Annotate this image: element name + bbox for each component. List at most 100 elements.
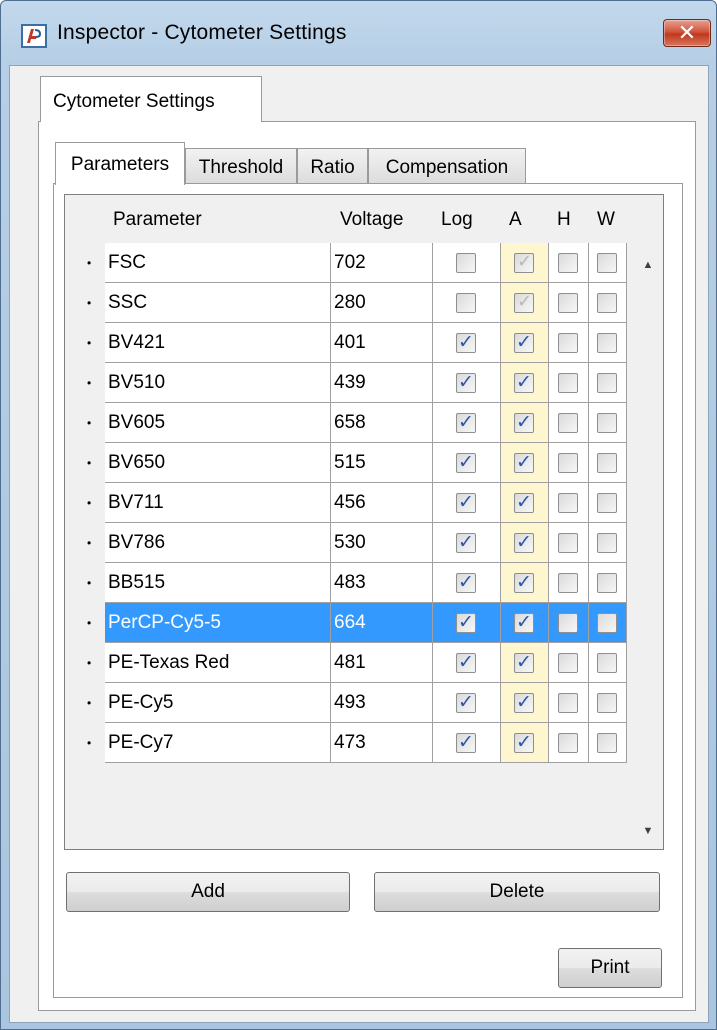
w-checkbox[interactable] bbox=[597, 413, 617, 433]
table-row[interactable]: • BV786 530 bbox=[65, 523, 631, 563]
w-checkbox[interactable] bbox=[597, 693, 617, 713]
h-checkbox[interactable] bbox=[558, 293, 578, 313]
a-checkbox[interactable] bbox=[514, 371, 534, 394]
log-checkbox[interactable] bbox=[456, 611, 476, 634]
parameter-cell[interactable]: PE-Cy7 bbox=[105, 723, 331, 763]
log-checkbox[interactable] bbox=[456, 651, 476, 674]
table-row[interactable]: • BV510 439 bbox=[65, 363, 631, 403]
parameter-cell[interactable]: BB515 bbox=[105, 563, 331, 603]
parameter-cell[interactable]: BV711 bbox=[105, 483, 331, 523]
voltage-cell[interactable]: 483 bbox=[331, 563, 433, 603]
voltage-cell[interactable]: 481 bbox=[331, 643, 433, 683]
table-row[interactable]: • FSC 702 bbox=[65, 243, 631, 283]
a-checkbox[interactable] bbox=[514, 491, 534, 514]
voltage-cell[interactable]: 473 bbox=[331, 723, 433, 763]
voltage-cell[interactable]: 401 bbox=[331, 323, 433, 363]
column-header-w[interactable]: W bbox=[597, 195, 621, 243]
table-row[interactable]: • BV711 456 bbox=[65, 483, 631, 523]
table-row[interactable]: • PerCP-Cy5-5 664 bbox=[65, 603, 631, 643]
w-checkbox[interactable] bbox=[597, 573, 617, 593]
h-checkbox[interactable] bbox=[558, 493, 578, 513]
parameter-cell[interactable]: BV605 bbox=[105, 403, 331, 443]
log-checkbox[interactable] bbox=[456, 253, 476, 273]
log-checkbox[interactable] bbox=[456, 293, 476, 313]
voltage-cell[interactable]: 456 bbox=[331, 483, 433, 523]
a-checkbox[interactable] bbox=[514, 691, 534, 714]
column-header-parameter[interactable]: Parameter bbox=[113, 195, 323, 243]
log-checkbox[interactable] bbox=[456, 451, 476, 474]
a-checkbox[interactable] bbox=[514, 451, 534, 474]
w-checkbox[interactable] bbox=[597, 653, 617, 673]
print-button[interactable]: Print bbox=[558, 948, 662, 988]
parameter-cell[interactable]: PE-Cy5 bbox=[105, 683, 331, 723]
tab-threshold[interactable]: Threshold bbox=[185, 148, 297, 184]
close-button[interactable]: ✕ bbox=[663, 19, 711, 47]
h-checkbox[interactable] bbox=[558, 453, 578, 473]
table-row[interactable]: • SSC 280 bbox=[65, 283, 631, 323]
table-row[interactable]: • PE-Cy5 493 bbox=[65, 683, 631, 723]
w-checkbox[interactable] bbox=[597, 253, 617, 273]
h-checkbox[interactable] bbox=[558, 373, 578, 393]
h-checkbox[interactable] bbox=[558, 413, 578, 433]
voltage-cell[interactable]: 658 bbox=[331, 403, 433, 443]
a-checkbox[interactable] bbox=[514, 331, 534, 354]
w-checkbox[interactable] bbox=[597, 373, 617, 393]
w-checkbox[interactable] bbox=[597, 733, 617, 753]
a-checkbox[interactable] bbox=[514, 571, 534, 594]
a-checkbox[interactable] bbox=[514, 731, 534, 754]
h-checkbox[interactable] bbox=[558, 333, 578, 353]
table-row[interactable]: • PE-Cy7 473 bbox=[65, 723, 631, 763]
h-checkbox[interactable] bbox=[558, 613, 578, 633]
log-checkbox[interactable] bbox=[456, 491, 476, 514]
scroll-up-icon[interactable]: ▲ bbox=[641, 259, 655, 271]
h-checkbox[interactable] bbox=[558, 733, 578, 753]
voltage-cell[interactable]: 702 bbox=[331, 243, 433, 283]
tab-compensation[interactable]: Compensation bbox=[368, 148, 526, 184]
column-header-voltage[interactable]: Voltage bbox=[340, 195, 430, 243]
log-checkbox[interactable] bbox=[456, 331, 476, 354]
voltage-cell[interactable]: 493 bbox=[331, 683, 433, 723]
delete-button[interactable]: Delete bbox=[374, 872, 660, 912]
parameter-cell[interactable]: BV421 bbox=[105, 323, 331, 363]
parameter-cell[interactable]: PE-Texas Red bbox=[105, 643, 331, 683]
column-header-a[interactable]: A bbox=[509, 195, 529, 243]
h-checkbox[interactable] bbox=[558, 533, 578, 553]
h-checkbox[interactable] bbox=[558, 653, 578, 673]
a-checkbox[interactable] bbox=[514, 611, 534, 634]
w-checkbox[interactable] bbox=[597, 293, 617, 313]
table-row[interactable]: • BB515 483 bbox=[65, 563, 631, 603]
log-checkbox[interactable] bbox=[456, 371, 476, 394]
log-checkbox[interactable] bbox=[456, 691, 476, 714]
parameter-cell[interactable]: BV650 bbox=[105, 443, 331, 483]
column-header-h[interactable]: H bbox=[557, 195, 577, 243]
w-checkbox[interactable] bbox=[597, 493, 617, 513]
parameter-cell[interactable]: BV786 bbox=[105, 523, 331, 563]
w-checkbox[interactable] bbox=[597, 453, 617, 473]
log-checkbox[interactable] bbox=[456, 411, 476, 434]
voltage-cell[interactable]: 530 bbox=[331, 523, 433, 563]
vertical-scrollbar[interactable]: ▲ ▼ bbox=[631, 243, 663, 849]
voltage-cell[interactable]: 439 bbox=[331, 363, 433, 403]
voltage-cell[interactable]: 515 bbox=[331, 443, 433, 483]
h-checkbox[interactable] bbox=[558, 573, 578, 593]
table-row[interactable]: • PE-Texas Red 481 bbox=[65, 643, 631, 683]
voltage-cell[interactable]: 280 bbox=[331, 283, 433, 323]
tab-cytometer-settings[interactable]: Cytometer Settings bbox=[40, 76, 262, 122]
tab-ratio[interactable]: Ratio bbox=[297, 148, 368, 184]
a-checkbox[interactable] bbox=[514, 531, 534, 554]
table-row[interactable]: • BV421 401 bbox=[65, 323, 631, 363]
column-header-log[interactable]: Log bbox=[441, 195, 481, 243]
h-checkbox[interactable] bbox=[558, 253, 578, 273]
log-checkbox[interactable] bbox=[456, 731, 476, 754]
voltage-cell[interactable]: 664 bbox=[331, 603, 433, 643]
w-checkbox[interactable] bbox=[597, 533, 617, 553]
parameter-cell[interactable]: FSC bbox=[105, 243, 331, 283]
log-checkbox[interactable] bbox=[456, 531, 476, 554]
table-row[interactable]: • BV605 658 bbox=[65, 403, 631, 443]
w-checkbox[interactable] bbox=[597, 613, 617, 633]
w-checkbox[interactable] bbox=[597, 333, 617, 353]
parameter-cell[interactable]: PerCP-Cy5-5 bbox=[105, 603, 331, 643]
h-checkbox[interactable] bbox=[558, 693, 578, 713]
scroll-down-icon[interactable]: ▼ bbox=[641, 825, 655, 837]
parameter-cell[interactable]: SSC bbox=[105, 283, 331, 323]
